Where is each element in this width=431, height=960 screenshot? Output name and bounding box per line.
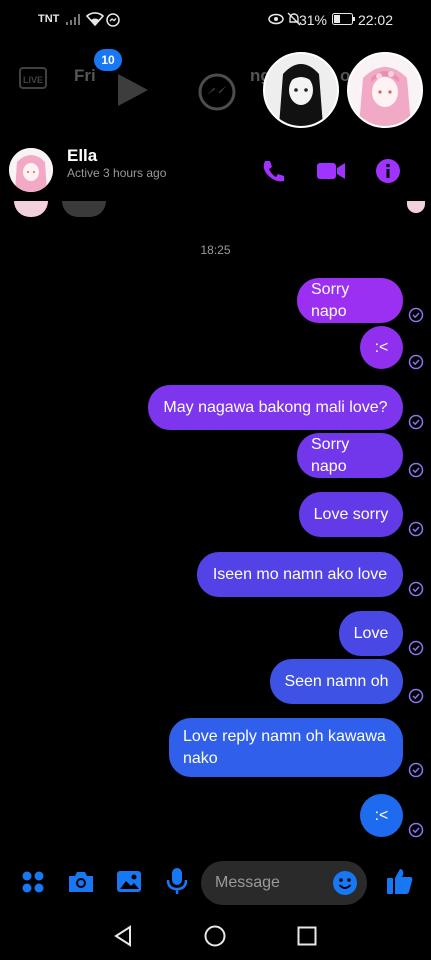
gallery-button[interactable] — [115, 868, 143, 896]
battery-percent: 31% — [298, 12, 327, 28]
video-camera-icon — [317, 163, 345, 179]
more-actions-button[interactable] — [20, 869, 46, 895]
message-bubble[interactable]: May nagawa bakong mali love? — [148, 385, 403, 430]
message-bubble[interactable]: Love sorry — [299, 492, 403, 537]
like-button[interactable] — [385, 866, 415, 896]
message-bubble[interactable]: Iseen mo namn ako love — [197, 552, 403, 597]
sent-check-icon — [408, 822, 424, 838]
message-composer[interactable] — [201, 861, 367, 905]
chat-timestamp: 18:25 — [200, 243, 231, 257]
smiley-icon — [333, 871, 357, 895]
sent-check-icon — [408, 307, 424, 323]
message-bubble[interactable]: Sorry napo — [297, 433, 403, 478]
wifi-icon — [85, 12, 105, 29]
emoji-button[interactable] — [332, 870, 358, 896]
recents-button[interactable] — [297, 926, 317, 946]
sent-check-icon — [408, 640, 424, 656]
contact-avatar[interactable] — [9, 148, 53, 192]
battery-icon — [332, 13, 356, 28]
message-bubble[interactable]: Seen namn oh — [270, 659, 403, 704]
profile-picture-icon — [9, 148, 53, 192]
call-button[interactable] — [260, 158, 286, 184]
sent-check-icon — [408, 354, 424, 370]
grid-dots-icon — [22, 871, 44, 893]
message-bubble[interactable]: Sorry napo — [297, 278, 403, 323]
svg-text:LIVE: LIVE — [23, 75, 43, 85]
voice-button[interactable] — [165, 866, 189, 896]
sent-check-icon — [408, 762, 424, 778]
profile-picture-icon — [265, 54, 337, 126]
sent-check-icon — [408, 688, 424, 704]
info-icon — [376, 159, 400, 183]
eye-icon — [268, 13, 284, 28]
chat-head-1[interactable] — [263, 52, 339, 128]
home-button[interactable] — [204, 925, 226, 947]
sent-check-icon — [408, 581, 424, 597]
contact-name: Ella — [67, 146, 98, 165]
play-icon[interactable] — [112, 70, 152, 115]
home-circle-icon — [204, 925, 226, 947]
recents-square-icon — [297, 926, 317, 946]
signal-icon — [66, 13, 82, 28]
active-status: Active 3 hours ago — [67, 166, 167, 180]
live-icon[interactable]: LIVE — [18, 62, 48, 92]
status-bar: TNT 31% 22:02 — [0, 0, 431, 40]
back-triangle-icon — [114, 925, 131, 947]
camera-button[interactable] — [66, 868, 96, 896]
video-call-button[interactable] — [316, 158, 346, 184]
info-button[interactable] — [375, 158, 401, 184]
messenger-notification-icon — [106, 13, 120, 30]
partial-read-receipt — [407, 201, 425, 213]
profile-picture-icon — [349, 54, 421, 126]
sent-check-icon — [408, 462, 424, 478]
message-bubble[interactable]: :< — [360, 326, 403, 369]
partial-bubble — [62, 201, 106, 217]
message-bubble[interactable]: :< — [360, 794, 403, 837]
back-button[interactable] — [113, 925, 135, 947]
image-icon — [117, 871, 141, 892]
partial-avatar — [14, 201, 48, 217]
message-bubble[interactable]: Love reply namn oh kawawa nako — [169, 718, 403, 777]
clock: 22:02 — [357, 12, 393, 28]
carrier-label: TNT — [38, 13, 60, 25]
sent-check-icon — [408, 414, 424, 430]
chat-head-2[interactable] — [347, 52, 423, 128]
message-bubble[interactable]: Love — [339, 611, 403, 656]
phone-icon — [263, 161, 284, 182]
sent-check-icon — [408, 521, 424, 537]
notification-badge: 10 — [94, 49, 122, 71]
message-input[interactable] — [215, 861, 325, 905]
thumbs-up-icon — [387, 869, 413, 894]
microphone-icon — [166, 868, 188, 894]
background-tab-label: Fri — [74, 66, 96, 85]
camera-icon — [69, 872, 93, 892]
messenger-icon[interactable] — [197, 72, 237, 117]
